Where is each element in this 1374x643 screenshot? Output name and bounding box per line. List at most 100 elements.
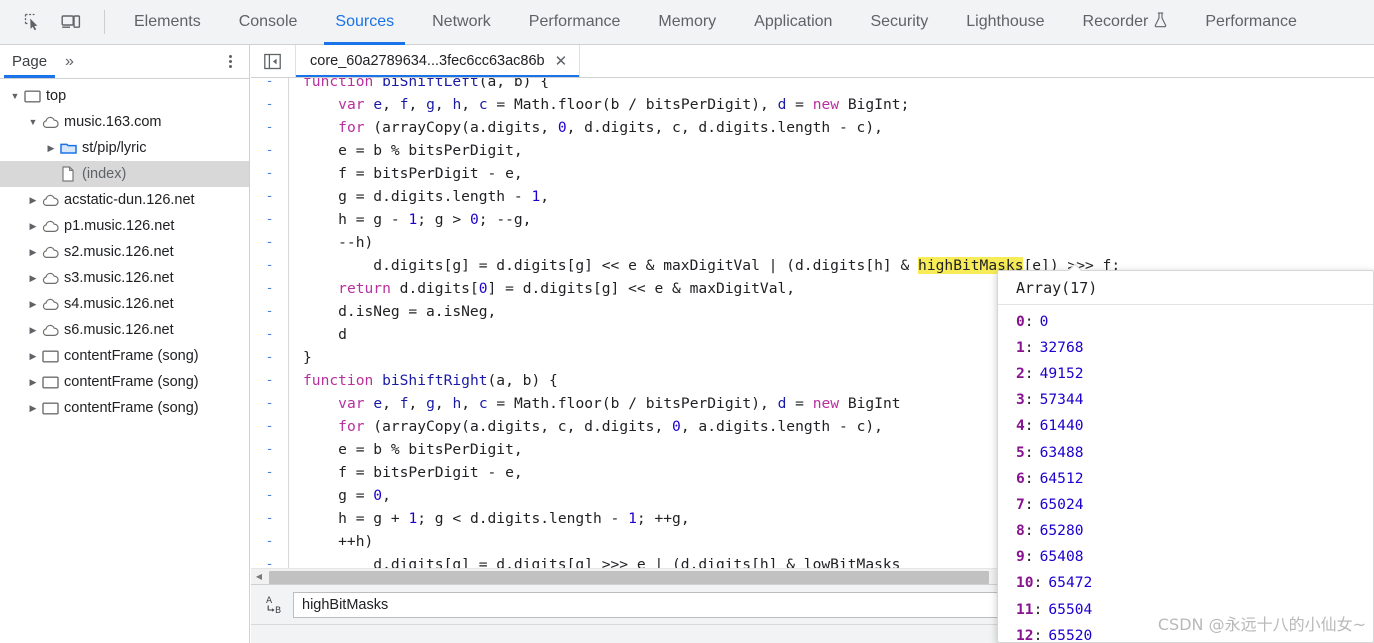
code-line-text[interactable]: f = bitsPerDigit - e, [289, 162, 523, 185]
popover-property-row[interactable]: 5:63488 [998, 439, 1373, 465]
chevron-right-icon[interactable]: ▶ [26, 401, 40, 415]
line-gutter-marker[interactable]: - [251, 116, 289, 139]
popover-property-row[interactable]: 8:65280 [998, 518, 1373, 544]
code-line-text[interactable]: var e, f, g, h, c = Math.floor(b / bitsP… [289, 93, 909, 116]
inspect-element-icon[interactable] [14, 0, 52, 44]
line-gutter-marker[interactable]: - [251, 231, 289, 254]
tab-lighthouse[interactable]: Lighthouse [947, 0, 1063, 45]
tab-network[interactable]: Network [413, 0, 510, 45]
tree-item-s3-music-126-net[interactable]: ▶ s3.music.126.net [0, 265, 249, 291]
tree-item-acstatic-dun-126-net[interactable]: ▶ acstatic-dun.126.net [0, 187, 249, 213]
code-line-text[interactable]: e = b % bitsPerDigit, [289, 139, 523, 162]
tree-item--index-[interactable]: ▶(index) [0, 161, 249, 187]
line-gutter-marker[interactable]: - [251, 254, 289, 277]
code-line-text[interactable]: h = g + 1; g < d.digits.length - 1; ++g, [289, 507, 689, 530]
chevron-right-icon[interactable]: ▶ [44, 141, 58, 155]
code-line-text[interactable]: ++h) [289, 530, 373, 553]
line-gutter-marker[interactable]: - [251, 323, 289, 346]
line-gutter-marker[interactable]: - [251, 300, 289, 323]
device-toolbar-icon[interactable] [52, 0, 90, 44]
popover-property-row[interactable]: 11:65504 [998, 596, 1373, 622]
line-gutter-marker[interactable]: - [251, 93, 289, 116]
tree-item-s4-music-126-net[interactable]: ▶ s4.music.126.net [0, 291, 249, 317]
navigator-more-tabs-icon[interactable]: » [59, 53, 78, 71]
chevron-right-icon[interactable]: ▶ [26, 245, 40, 259]
line-gutter-marker[interactable]: - [251, 277, 289, 300]
line-gutter-marker[interactable]: - [251, 346, 289, 369]
tree-item-contentframe-song-[interactable]: ▶ contentFrame (song) [0, 395, 249, 421]
code-line-text[interactable]: e = b % bitsPerDigit, [289, 438, 523, 461]
chevron-right-icon[interactable]: ▶ [26, 375, 40, 389]
line-gutter-marker[interactable]: - [251, 162, 289, 185]
file-tab[interactable]: core_60a2789634...3fec6cc63ac86b ✕ [295, 45, 581, 77]
code-line-text[interactable]: --h) [289, 231, 373, 254]
tree-item-s2-music-126-net[interactable]: ▶ s2.music.126.net [0, 239, 249, 265]
code-line-text[interactable]: function biShiftLeft(a, b) { [289, 78, 549, 93]
code-line-text[interactable]: g = d.digits.length - 1, [289, 185, 549, 208]
popover-property-row[interactable]: 12:65520 [998, 622, 1373, 642]
tree-item-s6-music-126-net[interactable]: ▶ s6.music.126.net [0, 317, 249, 343]
navigator-tab-page[interactable]: Page [0, 45, 59, 78]
tree-item-contentframe-song-[interactable]: ▶ contentFrame (song) [0, 343, 249, 369]
kebab-menu-icon[interactable] [221, 53, 239, 71]
popover-property-row[interactable]: 7:65024 [998, 491, 1373, 517]
popover-property-row[interactable]: 2:49152 [998, 360, 1373, 386]
line-gutter-marker[interactable]: - [251, 438, 289, 461]
popover-property-row[interactable]: 1:32768 [998, 334, 1373, 360]
chevron-right-icon[interactable]: ▶ [26, 219, 40, 233]
popover-property-row[interactable]: 10:65472 [998, 570, 1373, 596]
line-gutter-marker[interactable]: - [251, 530, 289, 553]
code-line-text[interactable]: f = bitsPerDigit - e, [289, 461, 523, 484]
chevron-down-icon[interactable]: ▼ [8, 89, 22, 103]
popover-property-row[interactable]: 0:0 [998, 308, 1373, 334]
tree-item-contentframe-song-[interactable]: ▶ contentFrame (song) [0, 369, 249, 395]
code-line-text[interactable]: d.digits[g] = d.digits[g] << e & maxDigi… [289, 254, 1120, 277]
code-line-text[interactable]: h = g - 1; g > 0; --g, [289, 208, 531, 231]
line-gutter-marker[interactable]: - [251, 185, 289, 208]
line-gutter-marker[interactable]: - [251, 369, 289, 392]
line-gutter-marker[interactable]: - [251, 139, 289, 162]
tree-item-p1-music-126-net[interactable]: ▶ p1.music.126.net [0, 213, 249, 239]
scroll-left-icon[interactable]: ◀ [251, 569, 267, 585]
code-line-text[interactable]: d [289, 323, 347, 346]
line-gutter-marker[interactable]: - [251, 507, 289, 530]
chevron-right-icon[interactable]: ▶ [26, 193, 40, 207]
code-line-text[interactable]: return d.digits[0] = d.digits[g] << e & … [289, 277, 795, 300]
line-gutter-marker[interactable]: - [251, 208, 289, 231]
show-navigator-icon[interactable] [257, 45, 287, 77]
tab-sources[interactable]: Sources [316, 0, 413, 45]
tab-elements[interactable]: Elements [115, 0, 220, 45]
tab-performance-insights[interactable]: Performance [1186, 0, 1316, 45]
chevron-right-icon[interactable]: ▶ [26, 349, 40, 363]
close-icon[interactable]: ✕ [555, 54, 568, 69]
tab-performance[interactable]: Performance [510, 0, 640, 45]
line-gutter-marker[interactable]: - [251, 78, 289, 93]
chevron-down-icon[interactable]: ▼ [26, 115, 40, 129]
line-gutter-marker[interactable]: - [251, 484, 289, 507]
code-line-text[interactable]: for (arrayCopy(a.digits, 0, d.digits, c,… [289, 116, 883, 139]
scrollbar-thumb[interactable] [269, 571, 989, 584]
tab-recorder[interactable]: Recorder [1064, 0, 1187, 45]
code-line-text[interactable]: function biShiftRight(a, b) { [289, 369, 558, 392]
code-line-text[interactable]: for (arrayCopy(a.digits, c, d.digits, 0,… [289, 415, 883, 438]
popover-property-row[interactable]: 4:61440 [998, 413, 1373, 439]
chevron-right-icon[interactable]: ▶ [26, 271, 40, 285]
tree-item-top[interactable]: ▼ top [0, 83, 249, 109]
line-gutter-marker[interactable]: - [251, 392, 289, 415]
chevron-right-icon[interactable]: ▶ [26, 297, 40, 311]
code-line-text[interactable]: var e, f, g, h, c = Math.floor(b / bitsP… [289, 392, 900, 415]
popover-property-row[interactable]: 3:57344 [998, 387, 1373, 413]
line-gutter-marker[interactable]: - [251, 461, 289, 484]
popover-property-row[interactable]: 6:64512 [998, 465, 1373, 491]
code-line-text[interactable]: g = 0, [289, 484, 391, 507]
tree-item-st-pip-lyric[interactable]: ▶ st/pip/lyric [0, 135, 249, 161]
tab-security[interactable]: Security [851, 0, 947, 45]
code-line-text[interactable]: } [289, 346, 312, 369]
replace-a-b-icon[interactable]: A B [261, 594, 289, 616]
popover-property-row[interactable]: 9:65408 [998, 544, 1373, 570]
tab-memory[interactable]: Memory [639, 0, 735, 45]
chevron-right-icon[interactable]: ▶ [26, 323, 40, 337]
code-line-text[interactable]: d.isNeg = a.isNeg, [289, 300, 496, 323]
tab-console[interactable]: Console [220, 0, 317, 45]
tab-application[interactable]: Application [735, 0, 851, 45]
